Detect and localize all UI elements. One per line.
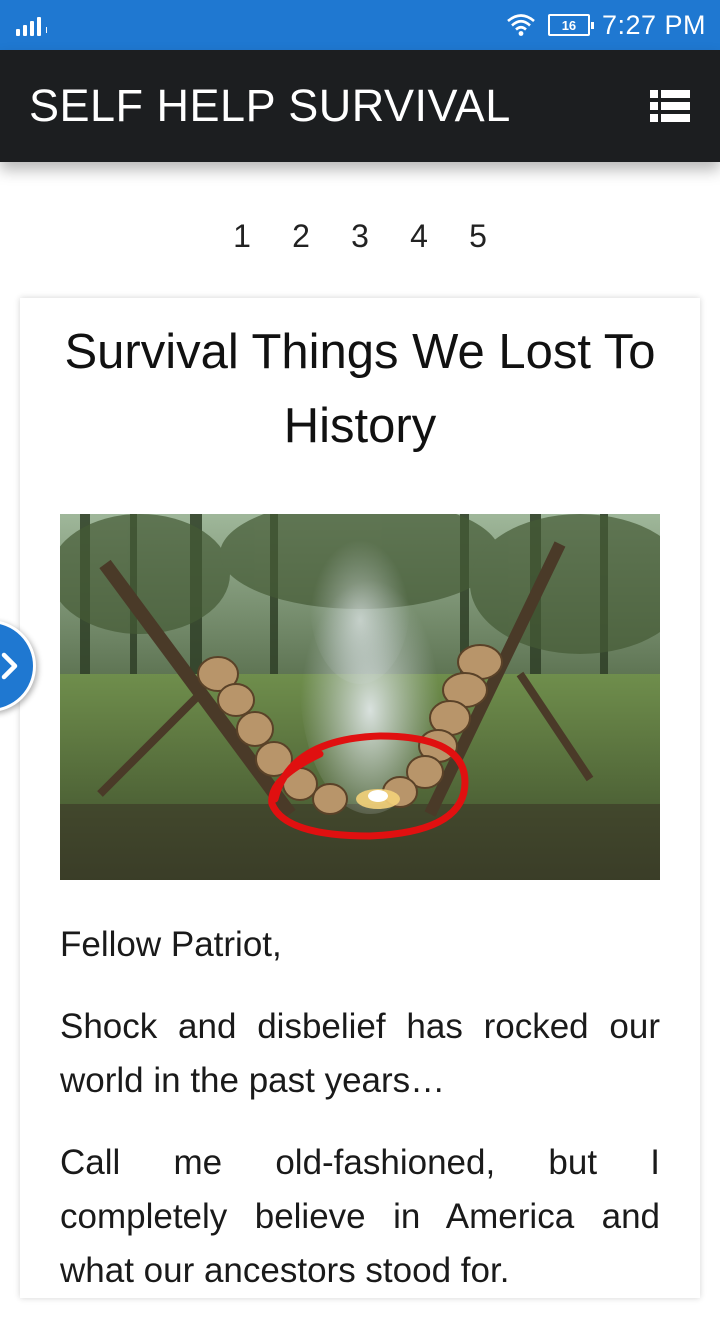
page-link-2[interactable]: 2 <box>272 218 331 255</box>
battery-icon: 16 <box>547 14 594 36</box>
article-paragraph: Fellow Patriot, <box>60 925 282 964</box>
page-link-4[interactable]: 4 <box>390 218 449 255</box>
article-title[interactable]: Survival Things We Lost To History <box>20 298 700 463</box>
page-link-5[interactable]: 5 <box>449 218 508 255</box>
chevron-right-icon <box>1 652 18 680</box>
app-bar: SELF HELP SURVIVAL <box>0 50 720 162</box>
wifi-icon <box>507 14 535 36</box>
pagination: 1 2 3 4 5 <box>0 218 720 255</box>
article-paragraph: Shock and disbelief has rocked our world… <box>60 1007 660 1100</box>
status-time: 7:27 PM <box>601 9 706 40</box>
page-link-3[interactable]: 3 <box>331 218 390 255</box>
list-menu-icon[interactable] <box>650 89 690 123</box>
signal-icon: ı <box>16 14 48 36</box>
article-body: Fellow Patriot, Shock and disbelief has … <box>60 918 660 1326</box>
battery-level: 16 <box>561 17 577 33</box>
page-link-1[interactable]: 1 <box>213 218 272 255</box>
article-paragraph: Call me old-fashioned, but I completely … <box>60 1143 660 1290</box>
campfire-photo[interactable] <box>60 514 660 880</box>
article-card: Survival Things We Lost To History Fello… <box>20 298 700 1298</box>
app-title: SELF HELP SURVIVAL <box>29 80 511 131</box>
status-bar: ı 16 7:27 PM <box>0 0 720 50</box>
